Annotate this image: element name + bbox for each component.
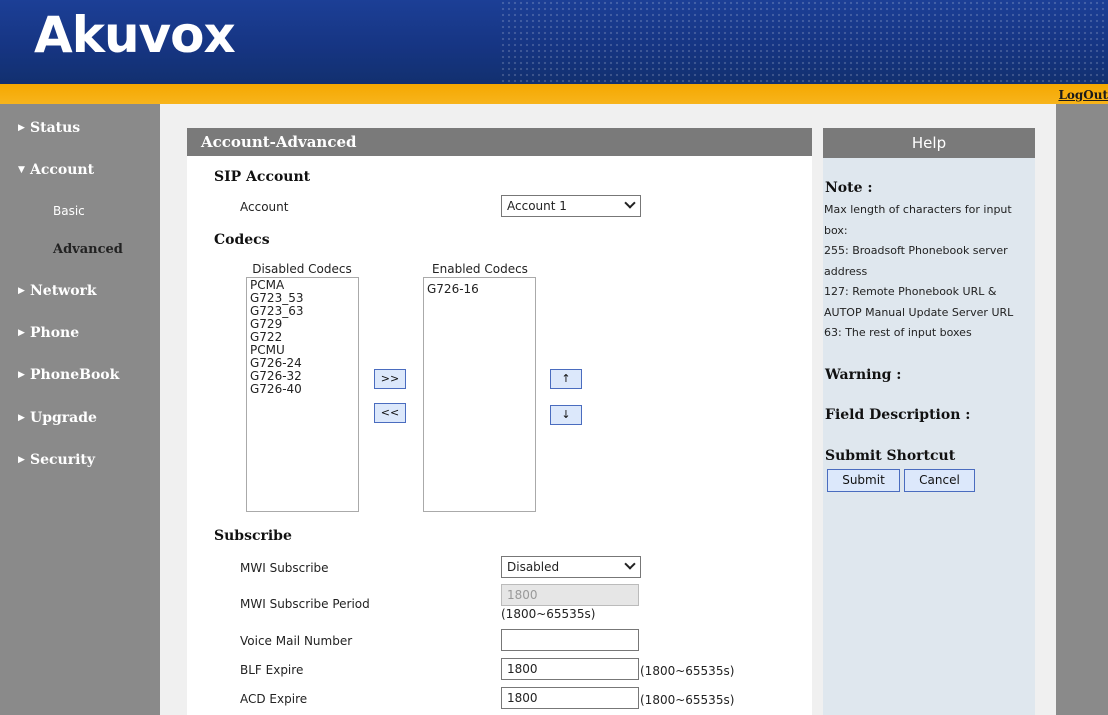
sidebar-subitem-basic[interactable]: Basic bbox=[53, 204, 85, 218]
help-warning-heading: Warning : bbox=[825, 367, 902, 383]
sidebar-item-label: Network bbox=[30, 283, 97, 299]
acd-expire-label: ACD Expire bbox=[240, 692, 308, 706]
acd-expire-input[interactable]: 1800 bbox=[501, 687, 639, 709]
help-note-line: 127: Remote Phonebook URL & bbox=[824, 285, 997, 298]
header-banner: Akuvox bbox=[0, 0, 1108, 84]
help-submit-shortcut-heading: Submit Shortcut bbox=[825, 448, 956, 464]
section-sip-account: SIP Account bbox=[214, 169, 311, 185]
help-note-line: box: bbox=[824, 223, 848, 237]
mwi-subscribe-label: MWI Subscribe bbox=[240, 561, 329, 575]
help-note-line: address bbox=[824, 264, 868, 278]
section-codecs: Codecs bbox=[214, 232, 270, 248]
mwi-subscribe-value: Disabled bbox=[507, 560, 560, 574]
enabled-codecs-header: Enabled Codecs bbox=[432, 262, 528, 276]
move-down-button[interactable]: ↓ bbox=[550, 405, 582, 425]
acd-expire-range: (1800~65535s) bbox=[640, 693, 735, 707]
cancel-button[interactable]: Cancel bbox=[904, 469, 975, 492]
akuvox-logo: Akuvox bbox=[34, 6, 236, 64]
sidebar-item-label: PhoneBook bbox=[30, 367, 120, 383]
account-select[interactable]: Account 1 bbox=[501, 195, 641, 217]
sidebar-item-security[interactable]: ▶ Security bbox=[18, 452, 95, 468]
triangle-right-icon: ▶ bbox=[18, 328, 25, 338]
help-note-line: 63: The rest of input boxes bbox=[824, 326, 972, 339]
account-select-value: Account 1 bbox=[507, 199, 567, 213]
help-note-heading: Note : bbox=[825, 180, 873, 196]
mwi-period-range: (1800~65535s) bbox=[501, 607, 596, 621]
add-codec-button[interactable]: >> bbox=[374, 369, 406, 389]
logout-link[interactable]: LogOut bbox=[1058, 88, 1108, 102]
sidebar-item-label: Status bbox=[30, 120, 81, 136]
enabled-codecs-list[interactable]: G726-16 bbox=[423, 277, 536, 512]
remove-codec-button[interactable]: << bbox=[374, 403, 406, 423]
sidebar-item-label: Upgrade bbox=[30, 410, 97, 426]
blf-expire-input[interactable]: 1800 bbox=[501, 658, 639, 680]
sidebar-subitem-advanced[interactable]: Advanced bbox=[53, 242, 123, 257]
disabled-codecs-list[interactable]: PCMA G723_53 G723_63 G729 G722 PCMU G726… bbox=[246, 277, 359, 512]
voicemail-label: Voice Mail Number bbox=[240, 634, 353, 648]
help-title: Help bbox=[823, 128, 1035, 158]
move-up-button[interactable]: ↑ bbox=[550, 369, 582, 389]
sidebar-item-label: Account bbox=[30, 162, 95, 178]
section-subscribe: Subscribe bbox=[214, 528, 292, 544]
mwi-subscribe-select[interactable]: Disabled bbox=[501, 556, 641, 578]
blf-expire-range: (1800~65535s) bbox=[640, 664, 735, 678]
help-note-line: AUTOP Manual Update Server URL bbox=[824, 305, 1014, 319]
help-field-description-heading: Field Description : bbox=[825, 407, 971, 423]
mwi-period-input[interactable]: 1800 bbox=[501, 584, 639, 606]
sidebar-item-phonebook[interactable]: ▶ PhoneBook bbox=[18, 367, 119, 383]
sidebar-item-status[interactable]: ▶ Status bbox=[18, 120, 80, 136]
sidebar-item-label: Phone bbox=[30, 325, 80, 341]
voicemail-input[interactable] bbox=[501, 629, 639, 651]
sidebar-item-account[interactable]: ▼ Account bbox=[18, 162, 94, 178]
help-note-text: Max length of characters for input box: … bbox=[824, 200, 1036, 344]
sidebar-item-label: Security bbox=[30, 452, 96, 468]
orange-bar bbox=[0, 84, 1108, 104]
sidebar-item-upgrade[interactable]: ▶ Upgrade bbox=[18, 410, 97, 426]
help-note-line: 255: Broadsoft Phonebook server bbox=[824, 244, 1008, 257]
list-item[interactable]: G726-16 bbox=[427, 279, 532, 296]
chevron-down-icon bbox=[624, 558, 636, 570]
triangle-right-icon: ▶ bbox=[18, 370, 25, 380]
triangle-down-icon: ▼ bbox=[18, 165, 25, 175]
triangle-right-icon: ▶ bbox=[18, 286, 25, 296]
sidebar-item-phone[interactable]: ▶ Phone bbox=[18, 325, 79, 341]
chevron-down-icon bbox=[624, 197, 636, 209]
list-item[interactable]: G726-40 bbox=[250, 383, 355, 396]
help-note-line: Max length of characters for input bbox=[824, 203, 1012, 216]
header-pattern bbox=[500, 0, 1108, 84]
triangle-right-icon: ▶ bbox=[18, 455, 25, 465]
triangle-right-icon: ▶ bbox=[18, 413, 25, 423]
blf-expire-label: BLF Expire bbox=[240, 663, 304, 677]
page-title: Account-Advanced bbox=[187, 128, 812, 156]
sidebar-item-network[interactable]: ▶ Network bbox=[18, 283, 97, 299]
mwi-period-label: MWI Subscribe Period bbox=[240, 597, 370, 611]
triangle-right-icon: ▶ bbox=[18, 123, 25, 133]
account-label: Account bbox=[240, 200, 289, 214]
submit-button[interactable]: Submit bbox=[827, 469, 900, 492]
right-margin bbox=[1056, 104, 1108, 715]
disabled-codecs-header: Disabled Codecs bbox=[252, 262, 352, 276]
